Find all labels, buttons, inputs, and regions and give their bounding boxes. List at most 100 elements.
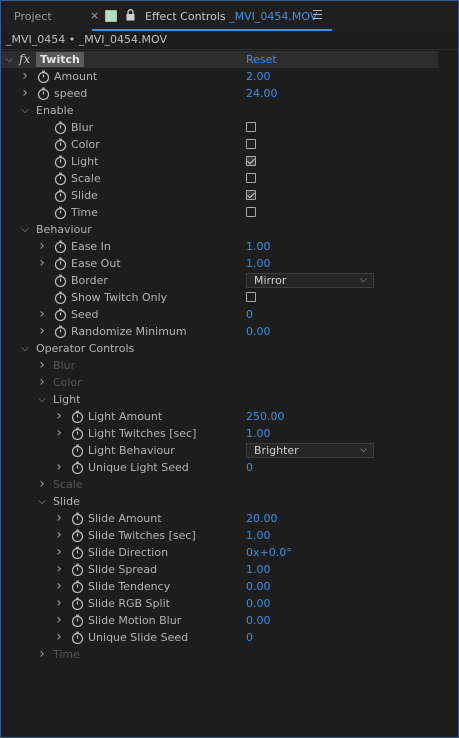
chevron-right-icon[interactable]: › (54, 527, 64, 544)
stopwatch-icon[interactable] (54, 308, 67, 321)
property-row[interactable]: ⌵ Behaviour (1, 221, 438, 238)
chevron-right-icon[interactable]: › (37, 646, 47, 663)
stopwatch-icon[interactable] (71, 461, 84, 474)
property-value[interactable]: 250.00 (246, 408, 285, 425)
property-row[interactable]: › Ease In 1.00 (1, 238, 438, 255)
property-row[interactable]: › Slide Amount 20.00 (1, 510, 438, 527)
stopwatch-icon[interactable] (71, 410, 84, 423)
stopwatch-icon[interactable] (37, 87, 50, 100)
tab-project[interactable]: Project (14, 10, 52, 23)
stopwatch-icon[interactable] (71, 580, 84, 593)
scrollbar[interactable] (438, 50, 457, 736)
property-checkbox[interactable] (246, 139, 256, 149)
chevron-right-icon[interactable]: › (54, 425, 64, 442)
stopwatch-icon[interactable] (37, 70, 50, 83)
property-value[interactable]: 0.00 (246, 323, 271, 340)
property-value[interactable]: 1.00 (246, 238, 271, 255)
property-row[interactable]: Blur (1, 119, 438, 136)
chevron-right-icon[interactable]: › (37, 238, 47, 255)
chevron-right-icon[interactable]: › (54, 561, 64, 578)
stopwatch-icon[interactable] (71, 614, 84, 627)
chevron-right-icon[interactable]: › (54, 612, 64, 629)
property-row[interactable]: Border Mirror ⌵ (1, 272, 438, 289)
property-row[interactable]: › Seed 0 (1, 306, 438, 323)
chevron-right-icon[interactable]: › (37, 357, 47, 374)
stopwatch-icon[interactable] (54, 240, 67, 253)
chevron-down-icon[interactable]: ⌵ (4, 51, 14, 68)
stopwatch-icon[interactable] (54, 274, 67, 287)
stopwatch-icon[interactable] (71, 546, 84, 559)
chevron-down-icon[interactable]: ⌵ (20, 102, 30, 119)
property-row[interactable]: Show Twitch Only (1, 289, 438, 306)
property-row[interactable]: Slide (1, 187, 438, 204)
property-row[interactable]: › speed 24.00 (1, 85, 438, 102)
property-value[interactable]: 0.00 (246, 595, 271, 612)
chevron-down-icon[interactable]: ⌵ (37, 493, 47, 510)
property-value[interactable]: 2.00 (246, 68, 271, 85)
property-value[interactable]: 0x+0.0° (246, 544, 292, 561)
stopwatch-icon[interactable] (71, 427, 84, 440)
stopwatch-icon[interactable] (71, 563, 84, 576)
property-value[interactable]: 0 (246, 459, 253, 476)
stopwatch-icon[interactable] (71, 597, 84, 610)
property-row[interactable]: › Slide Twitches [sec] 1.00 (1, 527, 438, 544)
property-row[interactable]: ⌵ Light (1, 391, 438, 408)
property-checkbox[interactable] (246, 292, 256, 302)
property-value[interactable]: 1.00 (246, 425, 271, 442)
property-dropdown[interactable]: Brighter ⌵ (246, 443, 374, 458)
property-value[interactable]: 24.00 (246, 85, 278, 102)
property-row[interactable]: Scale (1, 170, 438, 187)
chevron-right-icon[interactable]: › (54, 578, 64, 595)
property-row[interactable]: Color (1, 136, 438, 153)
property-row[interactable]: › Slide Direction 0x+0.0° (1, 544, 438, 561)
property-row[interactable]: › Slide Spread 1.00 (1, 561, 438, 578)
property-value[interactable]: 1.00 (246, 561, 271, 578)
effect-header-row[interactable]: ⌵ fx Twitch Reset (1, 51, 438, 68)
property-row[interactable]: › Light Amount 250.00 (1, 408, 438, 425)
property-row[interactable]: › Time (1, 646, 438, 663)
property-checkbox[interactable] (246, 207, 256, 217)
stopwatch-icon[interactable] (54, 206, 67, 219)
property-value[interactable]: 1.00 (246, 255, 271, 272)
reset-button[interactable]: Reset (246, 51, 277, 68)
chevron-down-icon[interactable]: ⌵ (20, 340, 30, 357)
property-value[interactable]: 0.00 (246, 578, 271, 595)
effect-name[interactable]: Twitch (36, 52, 84, 67)
chevron-down-icon[interactable]: ⌵ (20, 221, 30, 238)
property-row[interactable]: ⌵ Operator Controls (1, 340, 438, 357)
property-row[interactable]: › Slide Tendency 0.00 (1, 578, 438, 595)
property-row[interactable]: › Light Twitches [sec] 1.00 (1, 425, 438, 442)
property-row[interactable]: › Blur (1, 357, 438, 374)
chevron-right-icon[interactable]: › (54, 459, 64, 476)
property-row[interactable]: › Slide Motion Blur 0.00 (1, 612, 438, 629)
property-row[interactable]: Time (1, 204, 438, 221)
property-value[interactable]: 20.00 (246, 510, 278, 527)
stopwatch-icon[interactable] (71, 444, 84, 457)
chevron-right-icon[interactable]: › (54, 544, 64, 561)
property-row[interactable]: › Randomize Minimum 0.00 (1, 323, 438, 340)
stopwatch-icon[interactable] (54, 138, 67, 151)
stopwatch-icon[interactable] (54, 155, 67, 168)
chevron-right-icon[interactable]: › (20, 68, 30, 85)
chevron-down-icon[interactable]: ⌵ (37, 391, 47, 408)
chevron-right-icon[interactable]: › (20, 85, 30, 102)
chevron-right-icon[interactable]: › (37, 476, 47, 493)
stopwatch-icon[interactable] (54, 291, 67, 304)
chevron-right-icon[interactable]: › (54, 510, 64, 527)
property-row[interactable]: › Amount 2.00 (1, 68, 438, 85)
chevron-right-icon[interactable]: › (37, 306, 47, 323)
property-row[interactable]: ⌵ Slide (1, 493, 438, 510)
lock-icon[interactable] (126, 9, 135, 21)
property-checkbox[interactable] (246, 122, 256, 132)
chevron-right-icon[interactable]: › (37, 255, 47, 272)
close-icon[interactable]: × (90, 9, 99, 22)
property-row[interactable]: › Ease Out 1.00 (1, 255, 438, 272)
stopwatch-icon[interactable] (71, 512, 84, 525)
panel-menu-icon[interactable] (313, 10, 322, 19)
stopwatch-icon[interactable] (54, 189, 67, 202)
property-row[interactable]: › Color (1, 374, 438, 391)
stopwatch-icon[interactable] (54, 121, 67, 134)
stopwatch-icon[interactable] (54, 325, 67, 338)
chevron-right-icon[interactable]: › (37, 323, 47, 340)
stopwatch-icon[interactable] (71, 631, 84, 644)
